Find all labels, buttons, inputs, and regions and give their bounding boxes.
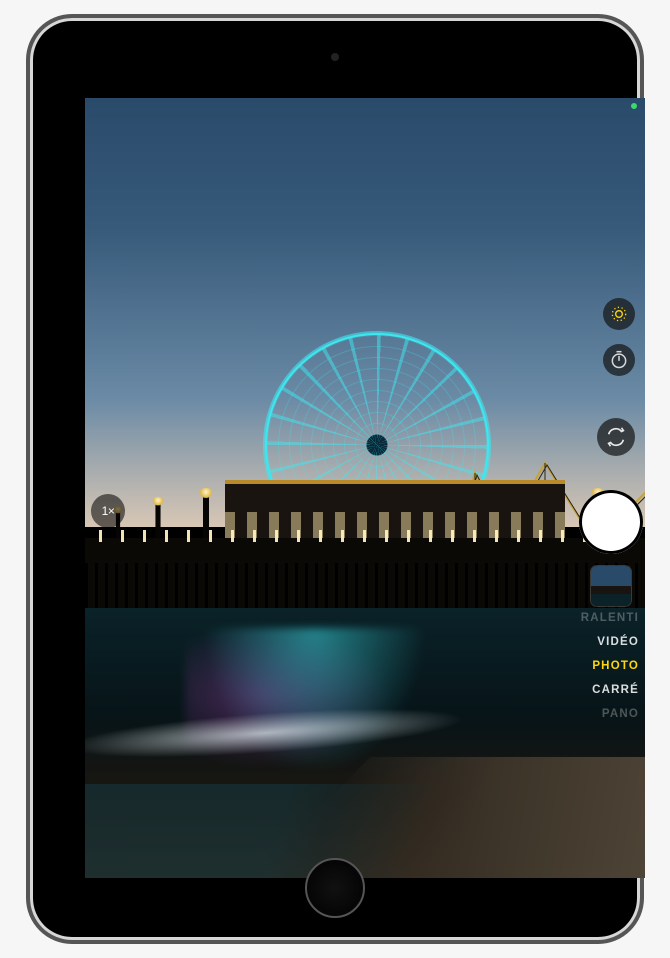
home-button[interactable] <box>305 858 365 918</box>
mode-video[interactable]: VIDÉO <box>597 636 639 648</box>
timer-icon <box>609 350 629 370</box>
scene-pier <box>85 538 645 618</box>
camera-flip-button[interactable] <box>597 418 635 456</box>
screen: 1× <box>85 98 645 878</box>
mode-pano[interactable]: PANO <box>602 708 639 720</box>
live-photo-icon <box>609 304 629 324</box>
mode-ralenti[interactable]: RALENTI <box>581 612 639 624</box>
ipad-bezel: 1× <box>30 18 640 940</box>
shutter-button[interactable] <box>579 490 643 554</box>
live-photo-button[interactable] <box>603 298 635 330</box>
timer-button[interactable] <box>603 344 635 376</box>
viewfinder[interactable] <box>85 98 645 878</box>
mode-photo[interactable]: PHOTO <box>592 660 639 672</box>
last-photo-thumbnail[interactable] <box>591 566 631 606</box>
mode-selector[interactable]: RALENTI VIDÉO PHOTO CARRÉ PANO <box>581 612 639 720</box>
zoom-button[interactable]: 1× <box>91 494 125 528</box>
mode-carre[interactable]: CARRÉ <box>592 684 639 696</box>
zoom-label: 1× <box>102 504 115 518</box>
front-camera-dot <box>331 53 339 61</box>
ipad-device-frame: 1× <box>0 0 670 958</box>
top-right-controls <box>603 298 635 376</box>
camera-flip-icon <box>605 426 627 448</box>
camera-active-indicator <box>631 103 637 109</box>
